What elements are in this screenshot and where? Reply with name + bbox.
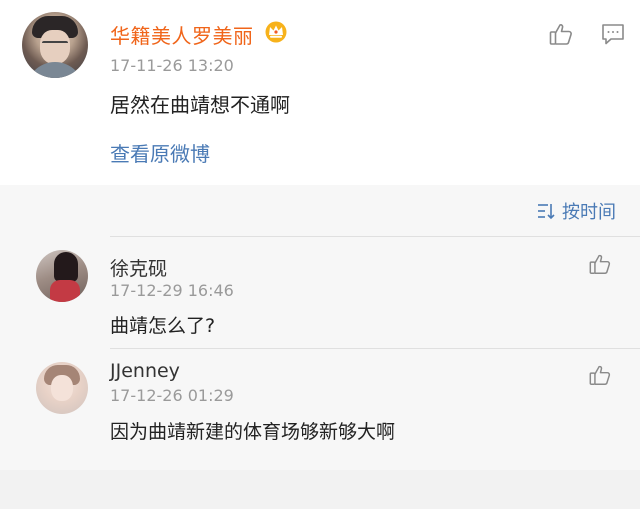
comment-bubble-icon[interactable] (600, 21, 626, 47)
thumbs-up-icon[interactable] (588, 252, 612, 276)
comment-author-name[interactable]: 徐克砚 (110, 254, 167, 281)
sort-icon (538, 204, 555, 220)
sort-by-time-button[interactable]: 按时间 (536, 198, 616, 224)
comment-timestamp: 17-12-29 16:46 (110, 281, 234, 300)
weibo-comment-page: 华籍美人罗美丽 17-11-26 13:20 居然在曲靖想不通啊 查看原微博 按… (0, 0, 640, 509)
comment-item: 徐克砚 17-12-29 16:46 曲靖怎么了? (0, 236, 640, 348)
comments-panel: 按时间 徐克砚 17-12-29 16:46 曲靖怎么了? JJenney 17… (0, 185, 640, 470)
post-timestamp: 17-11-26 13:20 (110, 56, 234, 75)
thumbs-up-icon[interactable] (548, 21, 574, 47)
avatar[interactable] (36, 250, 88, 302)
comment-text: 因为曲靖新建的体育场够新够大啊 (110, 421, 396, 443)
avatar[interactable] (36, 362, 88, 414)
comment-timestamp: 17-12-26 01:29 (110, 386, 234, 405)
crown-badge-icon (264, 19, 288, 43)
post-text: 居然在曲靖想不通啊 (110, 93, 290, 117)
post-author-name[interactable]: 华籍美人罗美丽 (110, 20, 254, 49)
main-post: 华籍美人罗美丽 17-11-26 13:20 居然在曲靖想不通啊 查看原微博 (0, 0, 640, 185)
sort-label: 按时间 (562, 202, 616, 223)
thumbs-up-icon[interactable] (588, 363, 612, 387)
avatar[interactable] (22, 12, 88, 78)
comment-text: 曲靖怎么了? (110, 315, 216, 337)
view-original-link[interactable]: 查看原微博 (110, 138, 210, 167)
comment-author-name[interactable]: JJenney (110, 360, 180, 382)
comment-item: JJenney 17-12-26 01:29 因为曲靖新建的体育场够新够大啊 (0, 349, 640, 461)
